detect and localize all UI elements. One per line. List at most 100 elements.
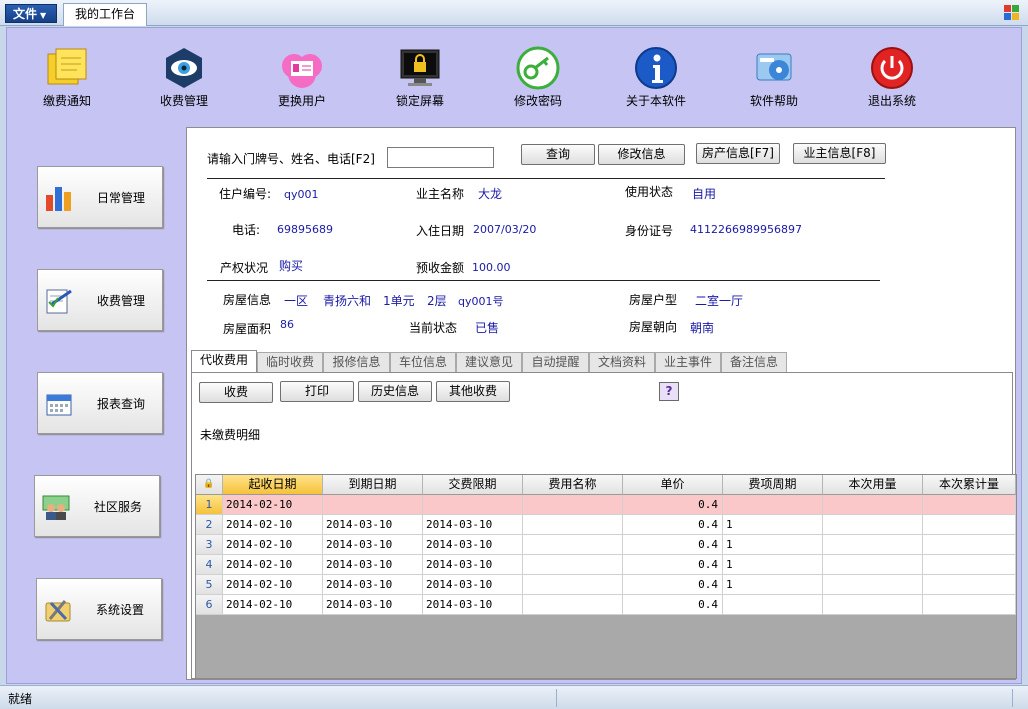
cell[interactable]: 0.4 xyxy=(623,515,723,535)
tab-notes[interactable]: 备注信息 xyxy=(721,352,787,372)
other-fees-button[interactable]: 其他收费 xyxy=(436,381,510,402)
cell[interactable] xyxy=(523,575,623,595)
charge-button[interactable]: 收费 xyxy=(199,382,273,403)
cell[interactable]: 0.4 xyxy=(623,555,723,575)
cell[interactable]: 2014-03-10 xyxy=(423,575,523,595)
cell[interactable]: 2014-03-10 xyxy=(323,515,423,535)
column-header[interactable]: 起收日期 xyxy=(223,475,323,495)
nav-community-service[interactable]: 社区服务 xyxy=(34,475,160,537)
cell[interactable]: 2014-03-10 xyxy=(323,575,423,595)
cell[interactable]: 2014-02-10 xyxy=(223,515,323,535)
column-header[interactable]: 到期日期 xyxy=(323,475,423,495)
cell[interactable] xyxy=(923,595,1016,615)
history-button[interactable]: 历史信息 xyxy=(358,381,432,402)
nav-charge-management[interactable]: 收费管理 xyxy=(37,269,163,331)
tab-owner-events[interactable]: 业主事件 xyxy=(655,352,721,372)
cell[interactable]: 2014-03-10 xyxy=(423,535,523,555)
cell[interactable] xyxy=(523,495,623,515)
tab-collect-fees[interactable]: 代收费用 xyxy=(191,350,257,373)
tab-parking-info[interactable]: 车位信息 xyxy=(390,352,456,372)
table-row[interactable]: 6 2014-02-10 2014-03-10 2014-03-10 0.4 xyxy=(196,595,1016,615)
calendar-icon xyxy=(44,389,74,419)
cell[interactable] xyxy=(923,535,1016,555)
cell[interactable]: 1 xyxy=(723,575,823,595)
cell[interactable] xyxy=(523,515,623,535)
cell[interactable] xyxy=(723,495,823,515)
table-row[interactable]: 1 2014-02-10 0.4 xyxy=(196,495,1016,515)
cell[interactable]: 2014-02-10 xyxy=(223,575,323,595)
cell[interactable] xyxy=(323,495,423,515)
cell[interactable] xyxy=(823,575,923,595)
cell[interactable] xyxy=(823,515,923,535)
cell[interactable] xyxy=(823,535,923,555)
table-row[interactable]: 2 2014-02-10 2014-03-10 2014-03-10 0.4 1 xyxy=(196,515,1016,535)
toolbar-label: 软件帮助 xyxy=(749,94,798,108)
cell[interactable] xyxy=(523,555,623,575)
row-number: 4 xyxy=(196,555,223,575)
column-header[interactable]: 本次累计量 xyxy=(923,475,1016,495)
cell[interactable]: 1 xyxy=(723,555,823,575)
toolbar-notice[interactable]: 缴费通知 xyxy=(17,46,117,109)
cell[interactable]: 2014-02-10 xyxy=(223,535,323,555)
tab-documents[interactable]: 文档资料 xyxy=(589,352,655,372)
column-header[interactable]: 费用名称 xyxy=(523,475,623,495)
cell[interactable]: 2014-02-10 xyxy=(223,555,323,575)
cell[interactable]: 2014-03-10 xyxy=(323,535,423,555)
cell[interactable]: 2014-03-10 xyxy=(423,515,523,535)
tab-temp-fees[interactable]: 临时收费 xyxy=(257,352,323,372)
cell[interactable]: 0.4 xyxy=(623,595,723,615)
table-row[interactable]: 5 2014-02-10 2014-03-10 2014-03-10 0.4 1 xyxy=(196,575,1016,595)
help-button[interactable]: ? xyxy=(659,382,679,401)
owner-info-button[interactable]: 业主信息[F8] xyxy=(793,143,886,164)
file-menu[interactable]: 文件 ▼ xyxy=(5,4,57,23)
search-input[interactable] xyxy=(387,147,494,168)
cell[interactable] xyxy=(923,575,1016,595)
cell[interactable] xyxy=(423,495,523,515)
query-button[interactable]: 查询 xyxy=(521,144,595,165)
toolbar-change-password[interactable]: 修改密码 xyxy=(488,46,588,109)
cell[interactable] xyxy=(823,595,923,615)
cell[interactable] xyxy=(923,515,1016,535)
cell[interactable]: 1 xyxy=(723,535,823,555)
cell[interactable] xyxy=(823,555,923,575)
cell[interactable]: 1 xyxy=(723,515,823,535)
column-header[interactable]: 费项周期 xyxy=(723,475,823,495)
toolbar-help[interactable]: 软件帮助 xyxy=(724,46,824,109)
column-header[interactable]: 本次用量 xyxy=(823,475,923,495)
cell[interactable] xyxy=(923,495,1016,515)
cell[interactable] xyxy=(723,595,823,615)
cell[interactable]: 2014-03-10 xyxy=(323,595,423,615)
cell[interactable]: 2014-02-10 xyxy=(223,595,323,615)
cell[interactable]: 0.4 xyxy=(623,575,723,595)
nav-system-settings[interactable]: 系统设置 xyxy=(36,578,162,640)
tab-workbench[interactable]: 我的工作台 xyxy=(63,3,147,26)
column-header[interactable]: 交费限期 xyxy=(423,475,523,495)
table-row[interactable]: 3 2014-02-10 2014-03-10 2014-03-10 0.4 1 xyxy=(196,535,1016,555)
cell[interactable]: 2014-03-10 xyxy=(423,555,523,575)
cell[interactable] xyxy=(523,535,623,555)
edit-info-button[interactable]: 修改信息 xyxy=(598,144,685,165)
toolbar-exit[interactable]: 退出系统 xyxy=(842,46,942,109)
cell[interactable]: 0.4 xyxy=(623,495,723,515)
print-button[interactable]: 打印 xyxy=(280,381,354,402)
tab-auto-reminder[interactable]: 自动提醒 xyxy=(522,352,589,372)
tab-suggestions[interactable]: 建议意见 xyxy=(456,352,522,372)
toolbar-charge-mgmt[interactable]: 收费管理 xyxy=(134,46,234,109)
cell[interactable] xyxy=(523,595,623,615)
cell[interactable]: 2014-02-10 xyxy=(223,495,323,515)
cell[interactable]: 0.4 xyxy=(623,535,723,555)
cell[interactable]: 2014-03-10 xyxy=(423,595,523,615)
nav-daily-management[interactable]: 日常管理 xyxy=(37,166,163,228)
tab-repair-info[interactable]: 报修信息 xyxy=(323,352,390,372)
toolbar-about[interactable]: 关于本软件 xyxy=(606,46,706,109)
cell[interactable] xyxy=(823,495,923,515)
column-header[interactable]: 单价 xyxy=(623,475,723,495)
toolbar-lock-screen[interactable]: 锁定屏幕 xyxy=(370,46,470,109)
file-menu-label: 文件 xyxy=(13,7,38,21)
property-info-button[interactable]: 房产信息[F7] xyxy=(696,143,780,164)
toolbar-switch-user[interactable]: 更换用户 xyxy=(252,46,352,109)
cell[interactable]: 2014-03-10 xyxy=(323,555,423,575)
table-row[interactable]: 4 2014-02-10 2014-03-10 2014-03-10 0.4 1 xyxy=(196,555,1016,575)
nav-report-query[interactable]: 报表查询 xyxy=(37,372,163,434)
cell[interactable] xyxy=(923,555,1016,575)
